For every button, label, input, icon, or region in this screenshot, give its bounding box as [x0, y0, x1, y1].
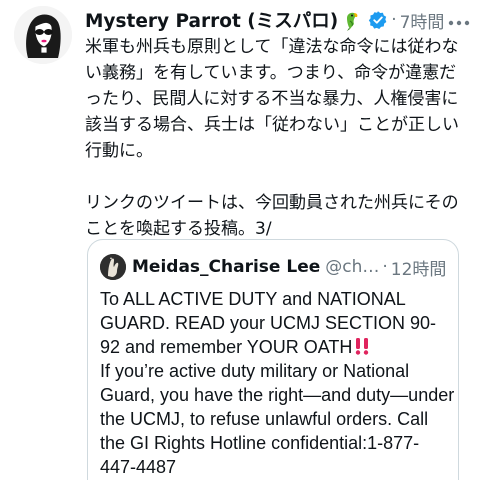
quoted-text-block: To ALL ACTIVE DUTY and NATIONAL GUARD. R…	[100, 287, 455, 359]
tweet-text-paragraph-1: 米軍も州兵も原則として「違法な命令には従わない義務」を有しています。つまり、命令…	[85, 37, 459, 161]
quoted-text-line-2: If you’re active duty military or Nation…	[100, 361, 455, 477]
quoted-tweet-body: To ALL ACTIVE DUTY and NATIONAL GUARD. R…	[100, 287, 455, 479]
header-separator: ·	[391, 10, 397, 30]
quoted-user-avatar-icon	[100, 254, 126, 280]
quoted-text-line-1: To ALL ACTIVE DUTY and NATIONAL GUARD. R…	[100, 289, 437, 357]
more-options-icon[interactable]	[448, 12, 470, 26]
quoted-handle[interactable]: @ch…	[325, 257, 379, 277]
woman-sunglasses-avatar-icon	[14, 6, 72, 64]
tweet-text-paragraph-2: リンクのツイートは、今回動員された州兵にそのことを喚起する投稿。3/	[85, 193, 459, 239]
quoted-display-name[interactable]: Meidas_Charise Lee	[132, 257, 320, 277]
verified-badge-icon	[368, 10, 388, 30]
double-exclamation-icon	[352, 336, 372, 356]
quoted-separator: ·	[382, 257, 388, 277]
author-display-name[interactable]: Mystery Parrot (ミスパロ)	[85, 7, 338, 33]
tweet-body: 米軍も州兵も原則として「違法な命令には従わない義務」を有しています。つまり、命令…	[85, 34, 473, 242]
tweet-timestamp[interactable]: 7時間	[400, 8, 445, 33]
quoted-user-avatar	[100, 254, 126, 280]
author-avatar[interactable]	[14, 6, 72, 64]
quoted-timestamp[interactable]: 12時間	[391, 255, 447, 280]
parrot-icon	[341, 9, 363, 31]
quoted-tweet-header: Meidas_Charise Lee @ch… · 12時間	[100, 254, 446, 280]
quoted-tweet-card[interactable]: Meidas_Charise Lee @ch… · 12時間 To ALL AC…	[87, 239, 459, 480]
tweet-header: Mystery Parrot (ミスパロ) · 7時間	[85, 6, 444, 34]
